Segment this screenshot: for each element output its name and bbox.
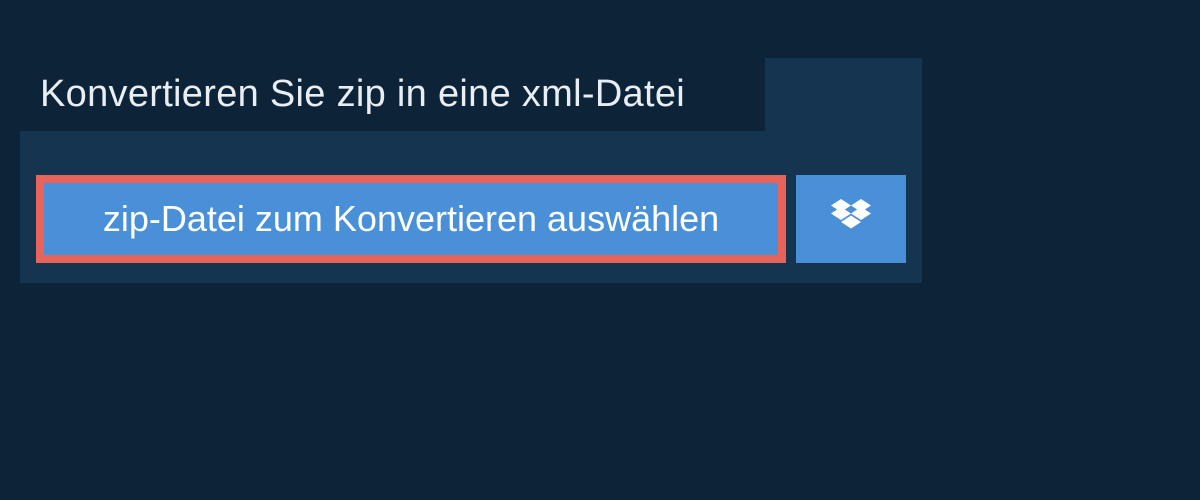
dropbox-button[interactable] bbox=[796, 175, 906, 263]
dropbox-icon bbox=[831, 199, 871, 240]
select-file-label: zip-Datei zum Konvertieren auswählen bbox=[103, 198, 719, 240]
title-bar: Konvertieren Sie zip in eine xml-Datei bbox=[20, 58, 765, 131]
select-file-button[interactable]: zip-Datei zum Konvertieren auswählen bbox=[36, 175, 786, 263]
page-title: Konvertieren Sie zip in eine xml-Datei bbox=[40, 73, 685, 116]
button-row: zip-Datei zum Konvertieren auswählen bbox=[36, 175, 906, 263]
